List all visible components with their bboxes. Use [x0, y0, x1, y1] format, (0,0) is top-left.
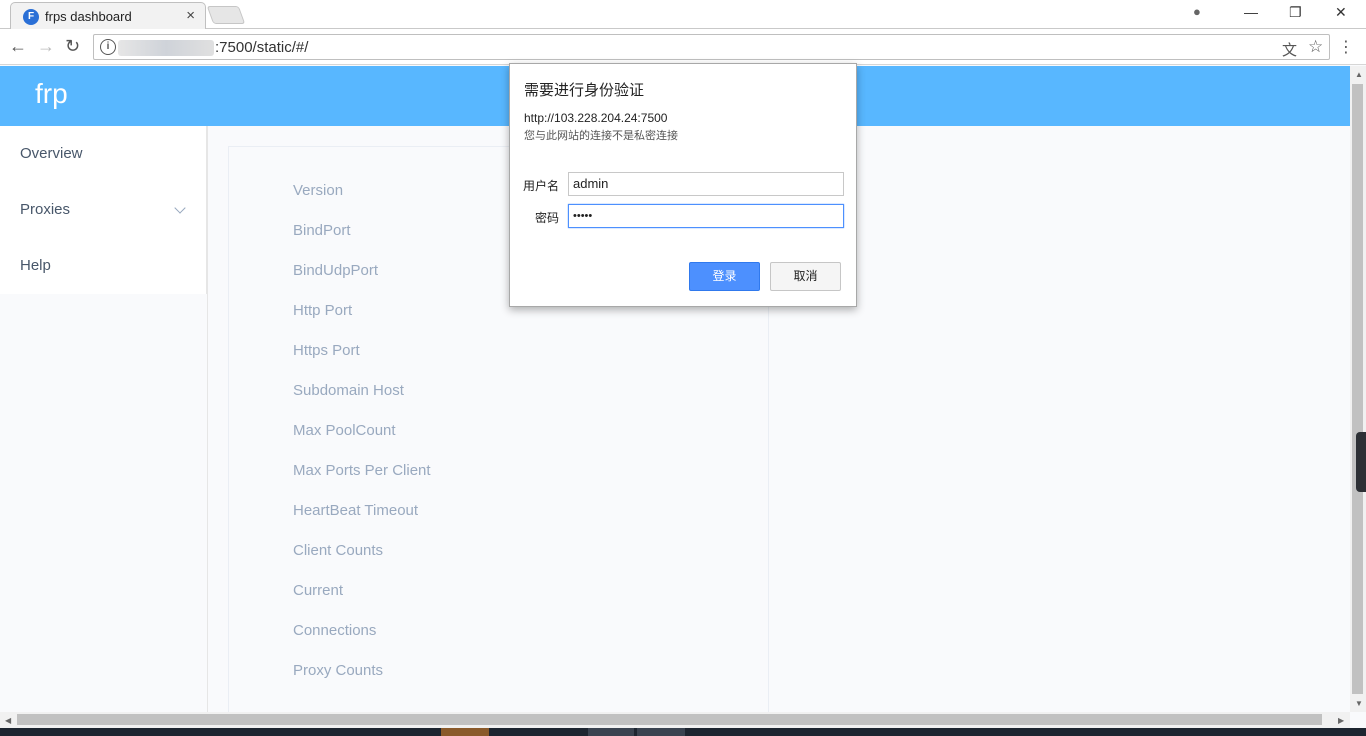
browser-tab[interactable]: F frps dashboard × [10, 2, 206, 30]
field-label-bindport: BindPort [293, 222, 351, 239]
sidebar-item-overview[interactable]: Overview [20, 145, 83, 162]
browser-toolbar: ← → ↻ i :7500/static/#/ 文 ☆ ⋮ [0, 29, 1366, 65]
bookmark-star-icon[interactable]: ☆ [1308, 37, 1323, 57]
side-widget[interactable] [1356, 432, 1366, 492]
forward-icon[interactable]: → [37, 36, 55, 57]
taskbar-app[interactable] [441, 728, 489, 736]
minimize-button[interactable]: — [1244, 4, 1258, 20]
info-icon[interactable]: i [100, 39, 116, 55]
tab-title: frps dashboard [45, 9, 132, 24]
field-label-version: Version [293, 182, 344, 199]
scroll-left-icon[interactable]: ◀ [5, 716, 11, 725]
vertical-scroll-thumb[interactable] [1352, 84, 1363, 694]
field-label-max-poolcount: Max PoolCount [293, 422, 396, 439]
sidebar-divider [207, 126, 208, 712]
field-label-proxy-counts: Proxy Counts [293, 662, 384, 679]
new-tab-button[interactable] [206, 6, 246, 24]
password-label: 密码 [535, 211, 560, 225]
account-icon[interactable]: ● [1193, 4, 1201, 19]
field-label-http-port: Http Port [293, 302, 353, 319]
reload-icon[interactable]: ↻ [65, 36, 80, 57]
taskbar-app[interactable] [588, 728, 634, 736]
app-logo: frp [35, 78, 68, 109]
sidebar: Overview Proxies Help [0, 126, 207, 294]
scroll-up-icon[interactable]: ▲ [1355, 70, 1363, 79]
cancel-button[interactable]: 取消 [770, 262, 841, 291]
sidebar-item-proxies[interactable]: Proxies [20, 201, 70, 218]
field-label-current: Current [293, 582, 344, 599]
url-text: :7500/static/#/ [215, 39, 309, 56]
field-label-bindudpport: BindUdpPort [293, 262, 379, 279]
sidebar-item-help[interactable]: Help [20, 257, 51, 274]
taskbar-app[interactable] [637, 728, 685, 736]
translate-icon[interactable]: 文 [1282, 39, 1297, 60]
chevron-down-icon[interactable] [174, 202, 186, 214]
back-icon[interactable]: ← [9, 36, 27, 57]
login-button[interactable]: 登录 [689, 262, 760, 291]
scroll-right-icon[interactable]: ▶ [1338, 716, 1344, 725]
frp-favicon-icon: F [23, 9, 39, 25]
close-window-button[interactable]: ✕ [1335, 4, 1347, 21]
username-field[interactable]: admin [568, 172, 844, 196]
scroll-down-icon[interactable]: ▼ [1355, 699, 1363, 708]
redacted-host [118, 40, 214, 56]
dialog-warning: 您与此网站的连接不是私密连接 [524, 130, 678, 142]
browser-tab-bar: F frps dashboard × ● — ❐ ✕ [0, 0, 1366, 30]
field-label-client-counts: Client Counts [293, 542, 384, 559]
tab-close-icon[interactable]: × [186, 7, 195, 24]
dialog-url: http://103.228.204.24:7500 [524, 111, 668, 125]
browser-menu-icon[interactable]: ⋮ [1338, 37, 1354, 57]
field-label-https-port: Https Port [293, 342, 360, 359]
field-label-heartbeat-timeout: HeartBeat Timeout [293, 502, 419, 519]
field-label-connections: Connections [293, 622, 377, 639]
address-bar[interactable]: i :7500/static/#/ 文 ☆ [93, 34, 1330, 60]
field-label-max-ports-per-client: Max Ports Per Client [293, 462, 431, 479]
field-label-subdomain-host: Subdomain Host [293, 382, 404, 399]
auth-dialog: 需要进行身份验证 http://103.228.204.24:7500 您与此网… [509, 63, 857, 307]
horizontal-scroll-thumb[interactable] [17, 714, 1322, 725]
dialog-title: 需要进行身份验证 [524, 82, 645, 99]
restore-button[interactable]: ❐ [1289, 4, 1302, 21]
username-label: 用户名 [523, 179, 560, 193]
password-field[interactable]: ••••• [568, 204, 844, 228]
